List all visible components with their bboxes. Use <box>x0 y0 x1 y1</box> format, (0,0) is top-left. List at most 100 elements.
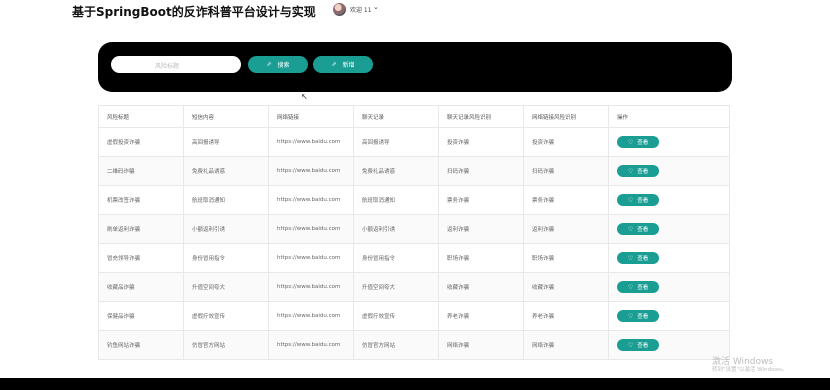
view-button[interactable]: ♡ 查看 <box>617 223 659 235</box>
search-icon: ⇗ <box>266 61 272 68</box>
table-row: 钓鱼网站诈骗 仿冒官方网站 https://www.baidu.com 仿冒官方… <box>98 330 730 360</box>
table-cell: 虚假疗效宣传 <box>183 301 269 331</box>
view-button-label: 查看 <box>637 285 649 291</box>
table-cell: 投资诈骗 <box>523 127 609 157</box>
view-button[interactable]: ♡ 查看 <box>617 339 659 351</box>
table-cell: 收藏诈骗 <box>438 272 524 302</box>
table-row: 二维码诈骗 免费礼品诱惑 https://www.baidu.com 免费礼品诱… <box>98 156 730 186</box>
table-cell: 二维码诈骗 <box>98 156 184 186</box>
search-input-placeholder[interactable]: 风险标题 <box>155 61 179 70</box>
view-button-label: 查看 <box>637 314 649 320</box>
table-cell: 网络诈骗 <box>523 330 609 360</box>
view-button[interactable]: ♡ 查看 <box>617 252 659 264</box>
table-cell: 收藏品诈骗 <box>98 272 184 302</box>
table-cell: https://www.baidu.com <box>268 127 354 157</box>
heart-icon: ♡ <box>627 138 634 146</box>
bottom-bar <box>0 378 830 390</box>
action-cell: ♡ 查看 <box>608 301 730 331</box>
view-button-label: 查看 <box>637 256 649 262</box>
table-cell: 身份冒用指令 <box>183 243 269 273</box>
table-cell: 升值空间夸大 <box>183 272 269 302</box>
table-cell: 小额返利引诱 <box>353 214 439 244</box>
table-header-row: 风险标题 短信内容 网络链接 聊天记录 聊天记录风险识别 网络链接风险识别 操作 <box>98 105 730 128</box>
table-cell: 高回报诱导 <box>353 127 439 157</box>
column-header: 操作 <box>608 105 730 128</box>
heart-icon: ♡ <box>627 254 634 262</box>
heart-icon: ♡ <box>627 225 634 233</box>
risk-table: 风险标题 短信内容 网络链接 聊天记录 聊天记录风险识别 网络链接风险识别 操作… <box>98 105 730 360</box>
table-cell: 冒充领导诈骗 <box>98 243 184 273</box>
mouse-cursor-icon: ↖ <box>301 92 308 101</box>
column-header: 网络链接风险识别 <box>523 105 609 128</box>
table-cell: 高回报诱导 <box>183 127 269 157</box>
view-button[interactable]: ♡ 查看 <box>617 194 659 206</box>
table-cell: 机票改签诈骗 <box>98 185 184 215</box>
welcome-text[interactable]: 欢迎 11 <box>350 5 372 14</box>
view-button-label: 查看 <box>637 198 649 204</box>
table-row: 冒充领导诈骗 身份冒用指令 https://www.baidu.com 身份冒用… <box>98 243 730 273</box>
column-header: 聊天记录 <box>353 105 439 128</box>
table-cell: 收藏诈骗 <box>523 272 609 302</box>
heart-icon: ♡ <box>627 341 634 349</box>
table-cell: https://www.baidu.com <box>268 156 354 186</box>
table-cell: 职场诈骗 <box>523 243 609 273</box>
table-cell: 虚假投资诈骗 <box>98 127 184 157</box>
action-cell: ♡ 查看 <box>608 185 730 215</box>
view-button-label: 查看 <box>637 140 649 146</box>
add-button[interactable]: ⇗ 新增 <box>313 56 373 73</box>
table-cell: 养老诈骗 <box>523 301 609 331</box>
view-button-label: 查看 <box>637 343 649 349</box>
view-button[interactable]: ♡ 查看 <box>617 281 659 293</box>
action-cell: ♡ 查看 <box>608 243 730 273</box>
view-button-label: 查看 <box>637 227 649 233</box>
table-cell: https://www.baidu.com <box>268 214 354 244</box>
table-cell: 仿冒官方网站 <box>183 330 269 360</box>
view-button[interactable]: ♡ 查看 <box>617 136 659 148</box>
table-cell: 票务诈骗 <box>523 185 609 215</box>
action-cell: ♡ 查看 <box>608 272 730 302</box>
heart-icon: ♡ <box>627 283 634 291</box>
table-cell: 返利诈骗 <box>438 214 524 244</box>
view-button[interactable]: ♡ 查看 <box>617 165 659 177</box>
table-cell: 票务诈骗 <box>438 185 524 215</box>
column-header: 网络链接 <box>268 105 354 128</box>
search-label: 风险标题: <box>117 63 144 70</box>
table-cell: 扫码诈骗 <box>438 156 524 186</box>
table-row: 保健品诈骗 虚假疗效宣传 https://www.baidu.com 虚假疗效宣… <box>98 301 730 331</box>
action-cell: ♡ 查看 <box>608 214 730 244</box>
table-cell: https://www.baidu.com <box>268 330 354 360</box>
table-cell: https://www.baidu.com <box>268 185 354 215</box>
table-cell: 职场诈骗 <box>438 243 524 273</box>
table-cell: 保健品诈骗 <box>98 301 184 331</box>
table-cell: 虚假疗效宣传 <box>353 301 439 331</box>
table-cell: 扫码诈骗 <box>523 156 609 186</box>
app-title: 基于SpringBoot的反诈科普平台设计与实现 <box>72 5 316 19</box>
table-cell: 网络诈骗 <box>438 330 524 360</box>
table-cell: https://www.baidu.com <box>268 243 354 273</box>
table-cell: 养老诈骗 <box>438 301 524 331</box>
table-cell: 返利诈骗 <box>523 214 609 244</box>
table-row: 虚假投资诈骗 高回报诱导 https://www.baidu.com 高回报诱导… <box>98 127 730 157</box>
table-row: 机票改签诈骗 航班取消通知 https://www.baidu.com 航班取消… <box>98 185 730 215</box>
chevron-down-icon[interactable]: ⌄ <box>373 3 379 11</box>
table-row: 刷单返利诈骗 小额返利引诱 https://www.baidu.com 小额返利… <box>98 214 730 244</box>
table-cell: 钓鱼网站诈骗 <box>98 330 184 360</box>
search-button[interactable]: ⇗ 搜索 <box>248 56 308 73</box>
table-cell: 航班取消通知 <box>183 185 269 215</box>
add-icon: ⇗ <box>331 61 337 68</box>
table-cell: 投资诈骗 <box>438 127 524 157</box>
heart-icon: ♡ <box>627 196 634 204</box>
table-cell: 免费礼品诱惑 <box>183 156 269 186</box>
avatar[interactable] <box>333 3 346 16</box>
activation-watermark-subtitle: 转到"设置"以激活 Windows。 <box>712 367 788 373</box>
table-cell: 小额返利引诱 <box>183 214 269 244</box>
view-button-label: 查看 <box>637 169 649 175</box>
column-header: 短信内容 <box>183 105 269 128</box>
view-button[interactable]: ♡ 查看 <box>617 310 659 322</box>
heart-icon: ♡ <box>627 312 634 320</box>
table-cell: 免费礼品诱惑 <box>353 156 439 186</box>
table-row: 收藏品诈骗 升值空间夸大 https://www.baidu.com 升值空间夸… <box>98 272 730 302</box>
search-button-label: 搜索 <box>277 62 290 69</box>
table-cell: 仿冒官方网站 <box>353 330 439 360</box>
column-header: 风险标题 <box>98 105 184 128</box>
